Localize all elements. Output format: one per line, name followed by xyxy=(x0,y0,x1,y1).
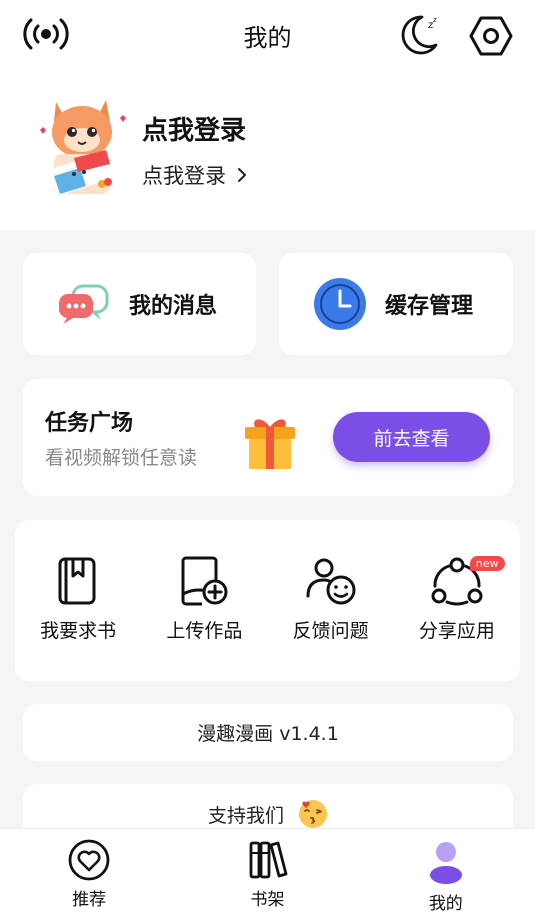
nav-recommend[interactable]: 推荐 xyxy=(0,829,178,915)
bottom-nav: 推荐 书架 我的 xyxy=(0,828,535,915)
tool-label: 分享应用 xyxy=(418,620,495,642)
new-badge: new xyxy=(469,556,505,571)
profile-name[interactable]: 点我登录 xyxy=(142,110,246,147)
gift-icon xyxy=(245,419,295,469)
page-title: 我的 xyxy=(243,24,292,52)
book-icon xyxy=(58,557,96,605)
version-label: 漫趣漫画 v1.4.1 xyxy=(197,723,339,745)
feedback-icon xyxy=(306,558,356,605)
nav-mine[interactable]: 我的 xyxy=(357,829,535,915)
tool-request-book[interactable]: 我要求书 xyxy=(15,520,141,681)
kiss-emoji-icon xyxy=(299,800,327,828)
tool-label: 上传作品 xyxy=(166,620,243,642)
tool-share-app[interactable]: new 分享应用 xyxy=(394,520,520,681)
messages-label: 我的消息 xyxy=(129,294,218,319)
tool-label: 我要求书 xyxy=(40,620,117,642)
clock-icon xyxy=(314,278,366,330)
settings-icon[interactable] xyxy=(468,13,514,59)
profile-section[interactable]: 点我登录 点我登录 xyxy=(0,70,535,230)
messages-card[interactable]: 我的消息 xyxy=(23,253,256,355)
tools-card: 我要求书 上传作品 反馈问题 new 分享应用 xyxy=(15,520,520,681)
svg-text:z: z xyxy=(433,16,437,24)
bookshelf-icon xyxy=(250,841,288,879)
go-view-button[interactable]: 前去查看 xyxy=(333,412,490,462)
tool-label: 反馈问题 xyxy=(292,620,369,642)
avatar[interactable] xyxy=(34,96,130,206)
tool-feedback[interactable]: 反馈问题 xyxy=(268,520,394,681)
nav-label: 书架 xyxy=(250,890,285,910)
cache-label: 缓存管理 xyxy=(385,294,474,319)
task-title: 任务广场 xyxy=(45,411,134,436)
login-link-label: 点我登录 xyxy=(142,164,226,188)
nav-label: 我的 xyxy=(428,894,463,914)
tool-upload-work[interactable]: 上传作品 xyxy=(141,520,267,681)
version-card[interactable]: 漫趣漫画 v1.4.1 xyxy=(23,704,513,761)
heart-icon xyxy=(68,839,110,881)
profile-icon xyxy=(429,842,462,884)
login-link[interactable]: 点我登录 xyxy=(142,160,248,190)
nav-label: 推荐 xyxy=(72,890,107,910)
top-bar: 我的 z z xyxy=(0,0,535,70)
task-card: 任务广场 看视频解锁任意读 前去查看 xyxy=(23,379,513,496)
cache-card[interactable]: 缓存管理 xyxy=(279,253,513,355)
chevron-right-icon xyxy=(238,168,246,182)
task-subtitle: 看视频解锁任意读 xyxy=(45,447,198,469)
nav-bookshelf[interactable]: 书架 xyxy=(178,829,356,915)
moon-icon[interactable]: z z xyxy=(396,12,442,58)
chat-bubbles-icon xyxy=(59,284,109,324)
upload-icon xyxy=(181,556,228,606)
support-label: 支持我们 xyxy=(207,804,284,827)
